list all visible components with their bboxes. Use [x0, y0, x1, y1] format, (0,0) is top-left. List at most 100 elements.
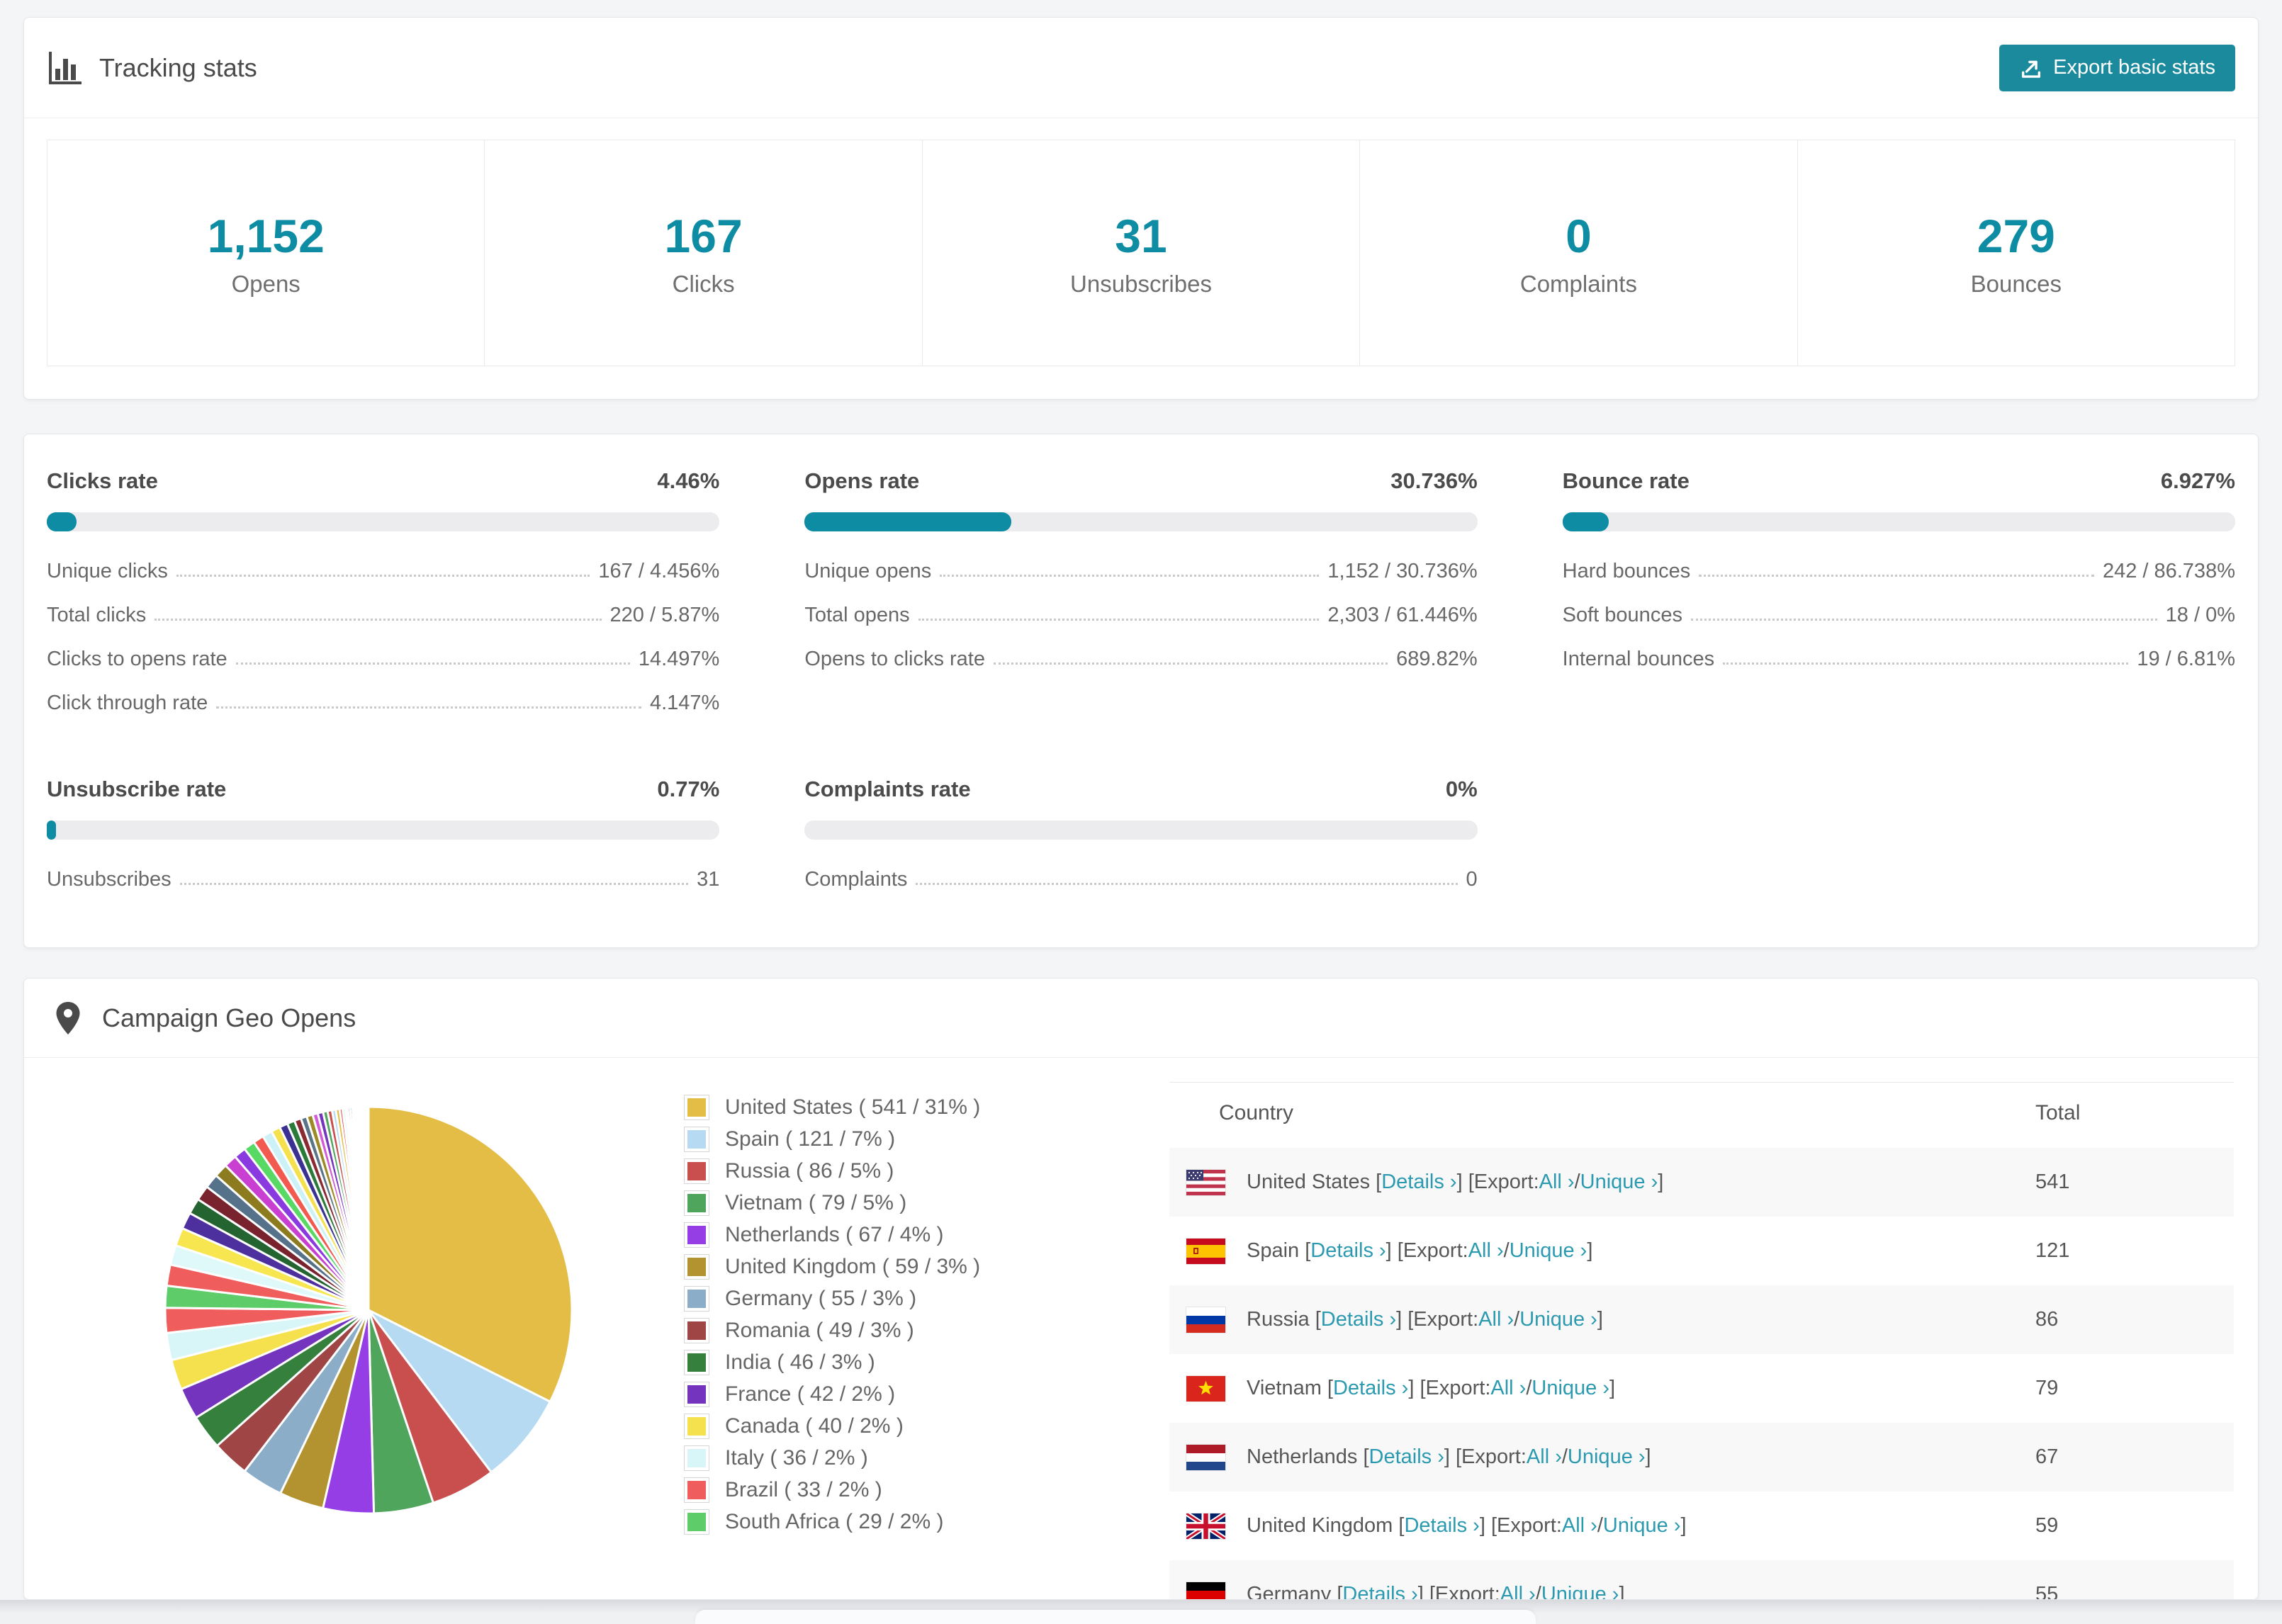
country-cell: United Kingdom [Details ›] [Export: All … [1169, 1513, 2035, 1539]
legend-item-south-africa[interactable]: South Africa ( 29 / 2% ) [684, 1509, 1109, 1535]
export-basic-stats-button[interactable]: Export basic stats [1999, 44, 2235, 91]
legend-swatch [684, 1254, 709, 1280]
legend-item-brazil[interactable]: Brazil ( 33 / 2% ) [684, 1477, 1109, 1503]
metric-label: Complaints [804, 868, 908, 891]
bar-chart-icon [49, 51, 82, 84]
metric-row: Opens to clicks rate 689.82% [804, 648, 1477, 671]
page-title: Tracking stats [99, 52, 257, 82]
country-cell: Spain [Details ›] [Export: All › / Uniqu… [1169, 1238, 2035, 1264]
legend-item-united-states[interactable]: United States ( 541 / 31% ) [684, 1095, 1109, 1120]
legend-item-germany[interactable]: Germany ( 55 / 3% ) [684, 1286, 1109, 1312]
legend-swatch [684, 1382, 709, 1407]
legend-item-india[interactable]: India ( 46 / 3% ) [684, 1350, 1109, 1375]
export-all-link-spain[interactable]: All › [1468, 1239, 1504, 1263]
export-unique-link-netherlands[interactable]: Unique › [1568, 1445, 1646, 1469]
total-column-header: Total [2035, 1101, 2081, 1124]
details-link-vietnam[interactable]: Details › [1333, 1377, 1408, 1400]
rate-section-opens-rate: Opens rate 30.736% Unique opens 1,152 / 30.… [804, 468, 1478, 735]
legend-swatch [684, 1318, 709, 1343]
opens-label: Opens [231, 271, 300, 297]
dotted-leader [235, 662, 630, 665]
table-row-united-states: United States [Details ›] [Export: All ›… [1169, 1148, 2234, 1217]
opens-rate-progress-bar [804, 512, 1478, 531]
export-all-link-vietnam[interactable]: All › [1490, 1377, 1526, 1400]
export-icon [2022, 60, 2041, 78]
dotted-leader [918, 619, 1320, 621]
pie-slice-other[interactable] [366, 1105, 370, 1312]
legend-label: Germany ( 55 / 3% ) [725, 1287, 917, 1310]
metric-label: Internal bounces [1562, 648, 1715, 670]
export-unique-link-germany[interactable]: Unique › [1541, 1583, 1619, 1599]
details-link-united-states[interactable]: Details › [1381, 1171, 1456, 1194]
bounce-rate-progress-fill [1562, 512, 1609, 531]
legend-swatch [684, 1222, 709, 1248]
legend-label: Canada ( 40 / 2% ) [725, 1414, 904, 1438]
details-link-russia[interactable]: Details › [1321, 1308, 1396, 1331]
legend-label: Brazil ( 33 / 2% ) [725, 1478, 882, 1501]
clicks-count: 167 [664, 210, 743, 262]
dotted-leader [916, 883, 1458, 885]
export-unique-link-spain[interactable]: Unique › [1510, 1239, 1587, 1263]
export-unique-link-united-kingdom[interactable]: Unique › [1603, 1514, 1681, 1538]
us-flag-icon [1186, 1169, 1225, 1195]
dotted-leader [216, 706, 641, 709]
opens-rate-progress-fill [804, 512, 1012, 531]
unsubscribe-rate-value: 0.77% [657, 777, 720, 801]
stat-clicks: 167 Clicks [485, 140, 923, 366]
export-all-link-united-kingdom[interactable]: All › [1562, 1514, 1597, 1538]
legend-item-italy[interactable]: Italy ( 36 / 2% ) [684, 1445, 1109, 1471]
export-all-link-russia[interactable]: All › [1478, 1308, 1514, 1331]
export-unique-link-united-states[interactable]: Unique › [1580, 1171, 1658, 1194]
metric-row: Unique clicks 167 / 4.456% [47, 560, 719, 583]
legend-swatch [684, 1414, 709, 1439]
metric-value: 14.497% [638, 648, 720, 670]
metric-label: Unique clicks [47, 560, 168, 582]
dotted-leader [993, 662, 1388, 665]
export-all-link-united-states[interactable]: All › [1539, 1171, 1575, 1194]
legend-item-vietnam[interactable]: Vietnam ( 79 / 5% ) [684, 1190, 1109, 1216]
legend-swatch [684, 1127, 709, 1152]
legend-item-russia[interactable]: Russia ( 86 / 5% ) [684, 1158, 1109, 1184]
legend-label: Vietnam ( 79 / 5% ) [725, 1191, 907, 1214]
legend-item-spain[interactable]: Spain ( 121 / 7% ) [684, 1127, 1109, 1152]
total-cell: 67 [2035, 1445, 2059, 1468]
details-link-united-kingdom[interactable]: Details › [1404, 1514, 1479, 1538]
legend-item-france[interactable]: France ( 42 / 2% ) [684, 1382, 1109, 1407]
total-cell: 86 [2035, 1308, 2059, 1331]
legend-swatch [684, 1509, 709, 1535]
metric-row: Total clicks 220 / 5.87% [47, 604, 719, 627]
clicks-rate-title: Clicks rate [47, 468, 158, 493]
dotted-leader [1723, 662, 2129, 665]
export-unique-link-vietnam[interactable]: Unique › [1531, 1377, 1609, 1400]
geo-opens-header: Campaign Geo Opens [24, 979, 2258, 1058]
legend-swatch [684, 1445, 709, 1471]
legend-item-united-kingdom[interactable]: United Kingdom ( 59 / 3% ) [684, 1254, 1109, 1280]
country-cell: Germany [Details ›] [Export: All › / Uni… [1169, 1581, 2035, 1599]
unsubscribe-rate-title: Unsubscribe rate [47, 777, 227, 801]
total-cell: 59 [2035, 1514, 2059, 1537]
details-link-spain[interactable]: Details › [1310, 1239, 1386, 1263]
rate-section-bounce-rate: Bounce rate 6.927% Hard bounces 242 / 86.73… [1562, 468, 2235, 735]
stat-complaints: 0 Complaints [1360, 140, 1798, 366]
country-cell: Russia [Details ›] [Export: All › / Uniq… [1169, 1307, 2035, 1333]
metric-row: Complaints 0 [804, 868, 1477, 891]
legend-item-romania[interactable]: Romania ( 49 / 3% ) [684, 1318, 1109, 1343]
complaints-label: Complaints [1519, 271, 1637, 297]
details-link-netherlands[interactable]: Details › [1369, 1445, 1444, 1469]
rate-section-complaints-rate: Complaints rate 0% Complaints 0 [804, 777, 1478, 912]
legend-label: United States ( 541 / 31% ) [725, 1095, 981, 1119]
export-all-link-netherlands[interactable]: All › [1527, 1445, 1562, 1469]
legend-item-netherlands[interactable]: Netherlands ( 67 / 4% ) [684, 1222, 1109, 1248]
legend-swatch [684, 1158, 709, 1184]
legend-item-canada[interactable]: Canada ( 40 / 2% ) [684, 1414, 1109, 1439]
export-all-link-germany[interactable]: All › [1500, 1583, 1536, 1599]
table-row-netherlands: Netherlands [Details ›] [Export: All › /… [1169, 1423, 2234, 1492]
details-link-germany[interactable]: Details › [1342, 1583, 1417, 1599]
bounces-label: Bounces [1970, 271, 2062, 297]
export-unique-link-russia[interactable]: Unique › [1519, 1308, 1597, 1331]
legend-label: Italy ( 36 / 2% ) [725, 1446, 868, 1470]
bounce-rate-value: 6.927% [2160, 468, 2235, 493]
stat-unsubscribes: 31 Unsubscribes [923, 140, 1361, 366]
complaints-rate-value: 0% [1445, 777, 1478, 801]
table-row-spain: Spain [Details ›] [Export: All › / Uniqu… [1169, 1217, 2234, 1285]
